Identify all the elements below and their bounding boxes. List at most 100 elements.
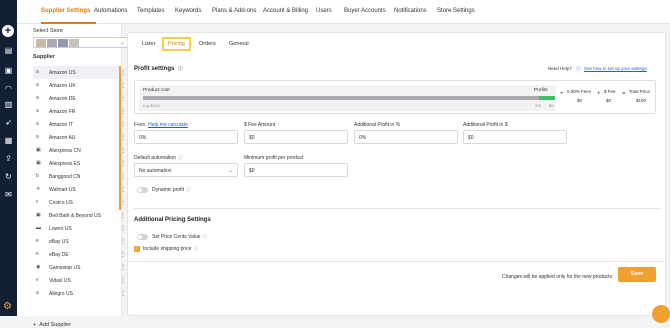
supplier-name: Vidaxl US	[49, 278, 71, 284]
add-icon[interactable]: +	[2, 25, 14, 37]
supplier-item[interactable]: a Amazon UK ⋮	[33, 79, 129, 92]
scroll-indicator[interactable]	[119, 66, 121, 210]
default-automation-select[interactable]: No automation ⌄	[134, 163, 238, 177]
tab-account-billing[interactable]: Account & Billing	[263, 8, 308, 14]
min-profit-input[interactable]: $0	[244, 163, 348, 177]
supplier-item[interactable]: a Amazon US ⋮	[33, 66, 129, 79]
dashboard-icon[interactable]: ▤	[4, 47, 13, 55]
rocket-icon[interactable]: ➶	[4, 119, 13, 127]
profits-label: Profits	[534, 88, 548, 93]
tab-users[interactable]: Users	[316, 8, 332, 14]
more-options-icon[interactable]: ⋮	[120, 277, 126, 284]
amazon-icon: a	[36, 69, 39, 75]
list-icon[interactable]: ▥	[4, 101, 13, 109]
fee-amount-input[interactable]: $0	[244, 130, 348, 144]
tab-store-settings[interactable]: Store Settings	[437, 8, 475, 14]
info-icon: ⓘ	[202, 234, 208, 239]
tab-templates[interactable]: Templates	[137, 8, 164, 14]
speed-icon[interactable]: ◠	[4, 85, 13, 93]
additional-profit-usd-input[interactable]: $0	[463, 130, 567, 144]
store-select[interactable]: ⌄	[33, 37, 129, 48]
supplier-item[interactable]: a Amazon DE ⋮	[33, 92, 129, 105]
tab-notifications[interactable]: Notifications	[394, 8, 427, 14]
tab-buyer-accounts[interactable]: Buyer Accounts	[344, 8, 386, 14]
settings-gear-icon[interactable]: ⚙	[3, 302, 13, 312]
additional-profit-pct-input[interactable]: 0%	[354, 130, 458, 144]
supplier-item[interactable]: b Banggood CN ⋮	[33, 170, 129, 183]
app-rail: + ▤ ▣ ◠ ▥ ➶ ▦ ⇪ ↻ ✉ ⚙	[0, 0, 17, 316]
gamestop-icon: ◉	[36, 264, 41, 270]
product-cost-hint: e.g: $100	[143, 103, 160, 108]
supplier-name: eBay DE	[49, 252, 69, 258]
more-options-icon[interactable]: ⋮	[120, 212, 126, 219]
tab-keywords[interactable]: Keywords	[175, 8, 201, 14]
store-swatch	[58, 39, 68, 47]
chevron-down-icon: ⌄	[227, 168, 233, 174]
supplier-item[interactable]: a Amazon FR ⋮	[33, 105, 129, 118]
subtab-pricing[interactable]: Pricing	[162, 37, 191, 51]
supplier-item[interactable]: ▬ Lowes US ⋮	[33, 222, 129, 235]
default-automation-value: No automation	[139, 168, 172, 174]
supplier-name: Amazon UK	[49, 83, 76, 89]
chat-bubble-icon[interactable]	[652, 305, 670, 323]
more-options-icon[interactable]: ⋮	[120, 251, 126, 258]
fee-amount-label: $ Fee Amount	[244, 122, 276, 128]
set-cents-label: Set Price Cents Value ⓘ	[152, 234, 208, 240]
tab-plans-addons[interactable]: Plans & Add-ons	[212, 8, 256, 14]
save-button[interactable]: Save	[618, 267, 656, 282]
include-shipping-checkbox[interactable]: ✓	[134, 246, 140, 252]
subtab-general[interactable]: General	[229, 41, 249, 47]
supplier-item[interactable]: a Amazon IT ⋮	[33, 118, 129, 131]
more-options-icon[interactable]: ⋮	[120, 264, 126, 271]
supplier-name: Gamestop US	[49, 265, 81, 271]
supplier-name: Allegro US	[49, 291, 73, 297]
supplier-item[interactable]: e eBay DE ⋮	[33, 248, 129, 261]
info-icon: ⓘ	[177, 155, 183, 160]
store-swatch	[36, 39, 46, 47]
supplier-item[interactable]: ✳ Walmart US ⋮	[33, 183, 129, 196]
bedbath-icon: ▣	[36, 212, 41, 218]
walmart-icon: ✳	[36, 186, 41, 192]
supplier-name: Aliexpress ES	[49, 161, 81, 167]
fees-pct: 0.00% Fees	[567, 89, 592, 94]
supplier-item[interactable]: c Costco US ⋮	[33, 196, 129, 209]
supplier-item[interactable]: ▣ Aliexpress ES ⋮	[33, 157, 129, 170]
mail-icon[interactable]: ✉	[4, 191, 13, 199]
upload-icon[interactable]: ⇪	[4, 155, 13, 163]
orders-icon[interactable]: ▦	[4, 137, 13, 145]
subtab-lister[interactable]: Lister	[142, 41, 155, 47]
supplier-item[interactable]: ◉ Gamestop US ⋮	[33, 261, 129, 274]
product-cost-label: Product cost	[143, 88, 170, 93]
store-swatch	[69, 39, 79, 47]
supplier-name: Amazon AU	[49, 135, 76, 141]
dynamic-profit-toggle[interactable]	[137, 187, 148, 193]
supplier-item[interactable]: ▣ Aliexpress CN ⋮	[33, 144, 129, 157]
aliexpress-icon: ▣	[36, 160, 41, 166]
help-setup-link[interactable]: See how to set up your settings	[584, 66, 647, 71]
supplier-item[interactable]: a Amazon AU ⋮	[33, 131, 129, 144]
more-options-icon[interactable]: ⋮	[120, 225, 126, 232]
supplier-item[interactable]: a Allegro US ⋮	[33, 287, 129, 300]
fees-input[interactable]: 0%	[134, 130, 238, 144]
supplier-item[interactable]: ▣ Bed Bath & Beyond US ⋮	[33, 209, 129, 222]
set-cents-toggle[interactable]	[137, 234, 148, 240]
store-swatch	[47, 39, 57, 47]
supplier-item[interactable]: e eBay US ⋮	[33, 235, 129, 248]
more-options-icon[interactable]: ⋮	[120, 290, 126, 297]
more-options-icon[interactable]: ⋮	[120, 238, 126, 245]
add-supplier-button[interactable]: + Add Supplier	[33, 322, 71, 328]
vidaxl-icon: v	[36, 277, 39, 283]
aliexpress-icon: ▣	[36, 147, 41, 153]
supplier-name: Lowes US	[49, 226, 72, 232]
profit-amt: $0	[549, 103, 554, 108]
equals-icon: =	[622, 91, 626, 97]
subtab-orders[interactable]: Orders	[199, 41, 216, 47]
info-icon: ⓘ	[193, 246, 198, 251]
supplier-item[interactable]: v Vidaxl US ⋮	[33, 274, 129, 287]
sync-icon[interactable]: ↻	[4, 173, 13, 181]
amazon-icon: a	[36, 82, 39, 88]
help-me-calculate-link[interactable]: Help me calculate	[148, 122, 188, 128]
tab-supplier-settings[interactable]: Supplier Settings	[41, 8, 90, 14]
store-icon[interactable]: ▣	[4, 67, 13, 75]
tab-automations[interactable]: Automations	[94, 8, 127, 14]
